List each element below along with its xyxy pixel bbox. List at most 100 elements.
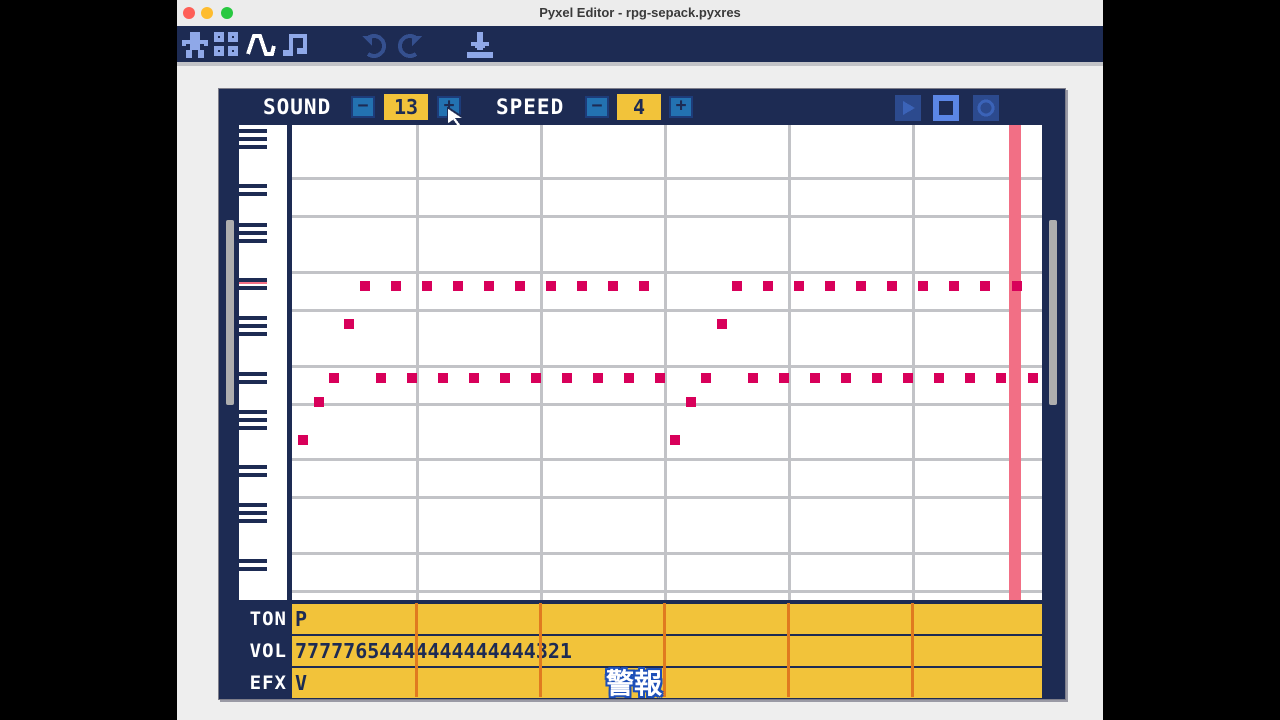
piano-black-key[interactable] (239, 231, 267, 235)
note-marker[interactable] (344, 319, 354, 329)
sound-label: SOUND (263, 95, 332, 119)
redo-icon[interactable] (394, 30, 424, 60)
right-scrollbar[interactable] (1049, 220, 1057, 405)
note-marker[interactable] (655, 373, 665, 383)
note-marker[interactable] (531, 373, 541, 383)
note-marker[interactable] (593, 373, 603, 383)
note-marker[interactable] (546, 281, 556, 291)
piano-black-key[interactable] (239, 473, 267, 477)
stop-icon[interactable] (933, 95, 959, 121)
image-editor-icon[interactable] (180, 30, 210, 60)
note-marker[interactable] (949, 281, 959, 291)
note-grid[interactable] (292, 125, 1042, 600)
note-marker[interactable] (500, 373, 510, 383)
music-editor-icon[interactable] (281, 30, 311, 60)
piano-black-key[interactable] (239, 503, 267, 507)
note-marker[interactable] (825, 281, 835, 291)
note-marker[interactable] (934, 373, 944, 383)
piano-black-key[interactable] (239, 410, 267, 414)
loop-icon[interactable] (973, 95, 999, 121)
note-marker[interactable] (903, 373, 913, 383)
note-marker[interactable] (391, 281, 401, 291)
left-scrollbar[interactable] (226, 220, 234, 405)
note-marker[interactable] (701, 373, 711, 383)
grid-row-line (292, 458, 1042, 461)
piano-black-key[interactable] (239, 184, 267, 188)
speed-increment-button[interactable]: + (669, 96, 693, 118)
tone-label: TON (249, 608, 287, 630)
piano-black-key[interactable] (239, 286, 267, 290)
note-marker[interactable] (314, 397, 324, 407)
note-marker[interactable] (360, 281, 370, 291)
note-marker[interactable] (748, 373, 758, 383)
note-marker[interactable] (639, 281, 649, 291)
note-marker[interactable] (453, 281, 463, 291)
note-marker[interactable] (810, 373, 820, 383)
volume-row[interactable]: 77777654444444444444321 (292, 636, 1042, 666)
piano-black-key[interactable] (239, 465, 267, 469)
piano-black-key[interactable] (239, 192, 267, 196)
piano-black-key[interactable] (239, 519, 267, 523)
piano-black-key[interactable] (239, 511, 267, 515)
piano-black-key[interactable] (239, 372, 267, 376)
note-marker[interactable] (608, 281, 618, 291)
note-marker[interactable] (329, 373, 339, 383)
note-marker[interactable] (298, 435, 308, 445)
note-marker[interactable] (422, 281, 432, 291)
note-marker[interactable] (872, 373, 882, 383)
note-marker[interactable] (484, 281, 494, 291)
piano-black-key[interactable] (239, 223, 267, 227)
note-marker[interactable] (670, 435, 680, 445)
tilemap-editor-icon[interactable] (212, 30, 242, 60)
piano-black-key[interactable] (239, 380, 267, 384)
note-marker[interactable] (686, 397, 696, 407)
grid-row-line (292, 590, 1042, 593)
save-icon[interactable] (465, 30, 495, 60)
note-marker[interactable] (376, 373, 386, 383)
subtitle-caption: 警報 (606, 667, 663, 700)
piano-black-key[interactable] (239, 567, 267, 571)
note-marker[interactable] (732, 281, 742, 291)
effect-row[interactable]: V (292, 668, 1042, 698)
play-icon[interactable] (895, 95, 921, 121)
note-marker[interactable] (1028, 373, 1038, 383)
piano-black-key[interactable] (239, 324, 267, 328)
note-marker[interactable] (794, 281, 804, 291)
note-marker[interactable] (1012, 281, 1022, 291)
piano-black-key[interactable] (239, 426, 267, 430)
note-marker[interactable] (841, 373, 851, 383)
note-marker[interactable] (918, 281, 928, 291)
note-marker[interactable] (996, 373, 1006, 383)
undo-icon[interactable] (360, 30, 390, 60)
piano-black-key[interactable] (239, 137, 267, 141)
piano-black-key[interactable] (239, 332, 267, 336)
sound-editor-icon[interactable] (246, 30, 276, 60)
note-marker[interactable] (407, 373, 417, 383)
note-marker[interactable] (763, 281, 773, 291)
note-marker[interactable] (717, 319, 727, 329)
param-divider (911, 603, 914, 697)
piano-black-key[interactable] (239, 145, 267, 149)
note-marker[interactable] (624, 373, 634, 383)
note-marker[interactable] (856, 281, 866, 291)
piano-black-key[interactable] (239, 418, 267, 422)
note-marker[interactable] (980, 281, 990, 291)
tone-row[interactable]: P (292, 604, 1042, 634)
piano-keyboard[interactable] (239, 125, 287, 600)
piano-black-key[interactable] (239, 559, 267, 563)
note-marker[interactable] (469, 373, 479, 383)
note-marker[interactable] (577, 281, 587, 291)
effect-label: EFX (249, 672, 287, 694)
piano-black-key[interactable] (239, 129, 267, 133)
piano-black-key[interactable] (239, 239, 267, 243)
piano-black-key[interactable] (239, 316, 267, 320)
note-marker[interactable] (515, 281, 525, 291)
note-marker[interactable] (438, 373, 448, 383)
note-marker[interactable] (562, 373, 572, 383)
sound-decrement-button[interactable]: − (351, 96, 375, 118)
grid-row-line (292, 309, 1042, 312)
speed-decrement-button[interactable]: − (585, 96, 609, 118)
note-marker[interactable] (887, 281, 897, 291)
note-marker[interactable] (965, 373, 975, 383)
note-marker[interactable] (779, 373, 789, 383)
